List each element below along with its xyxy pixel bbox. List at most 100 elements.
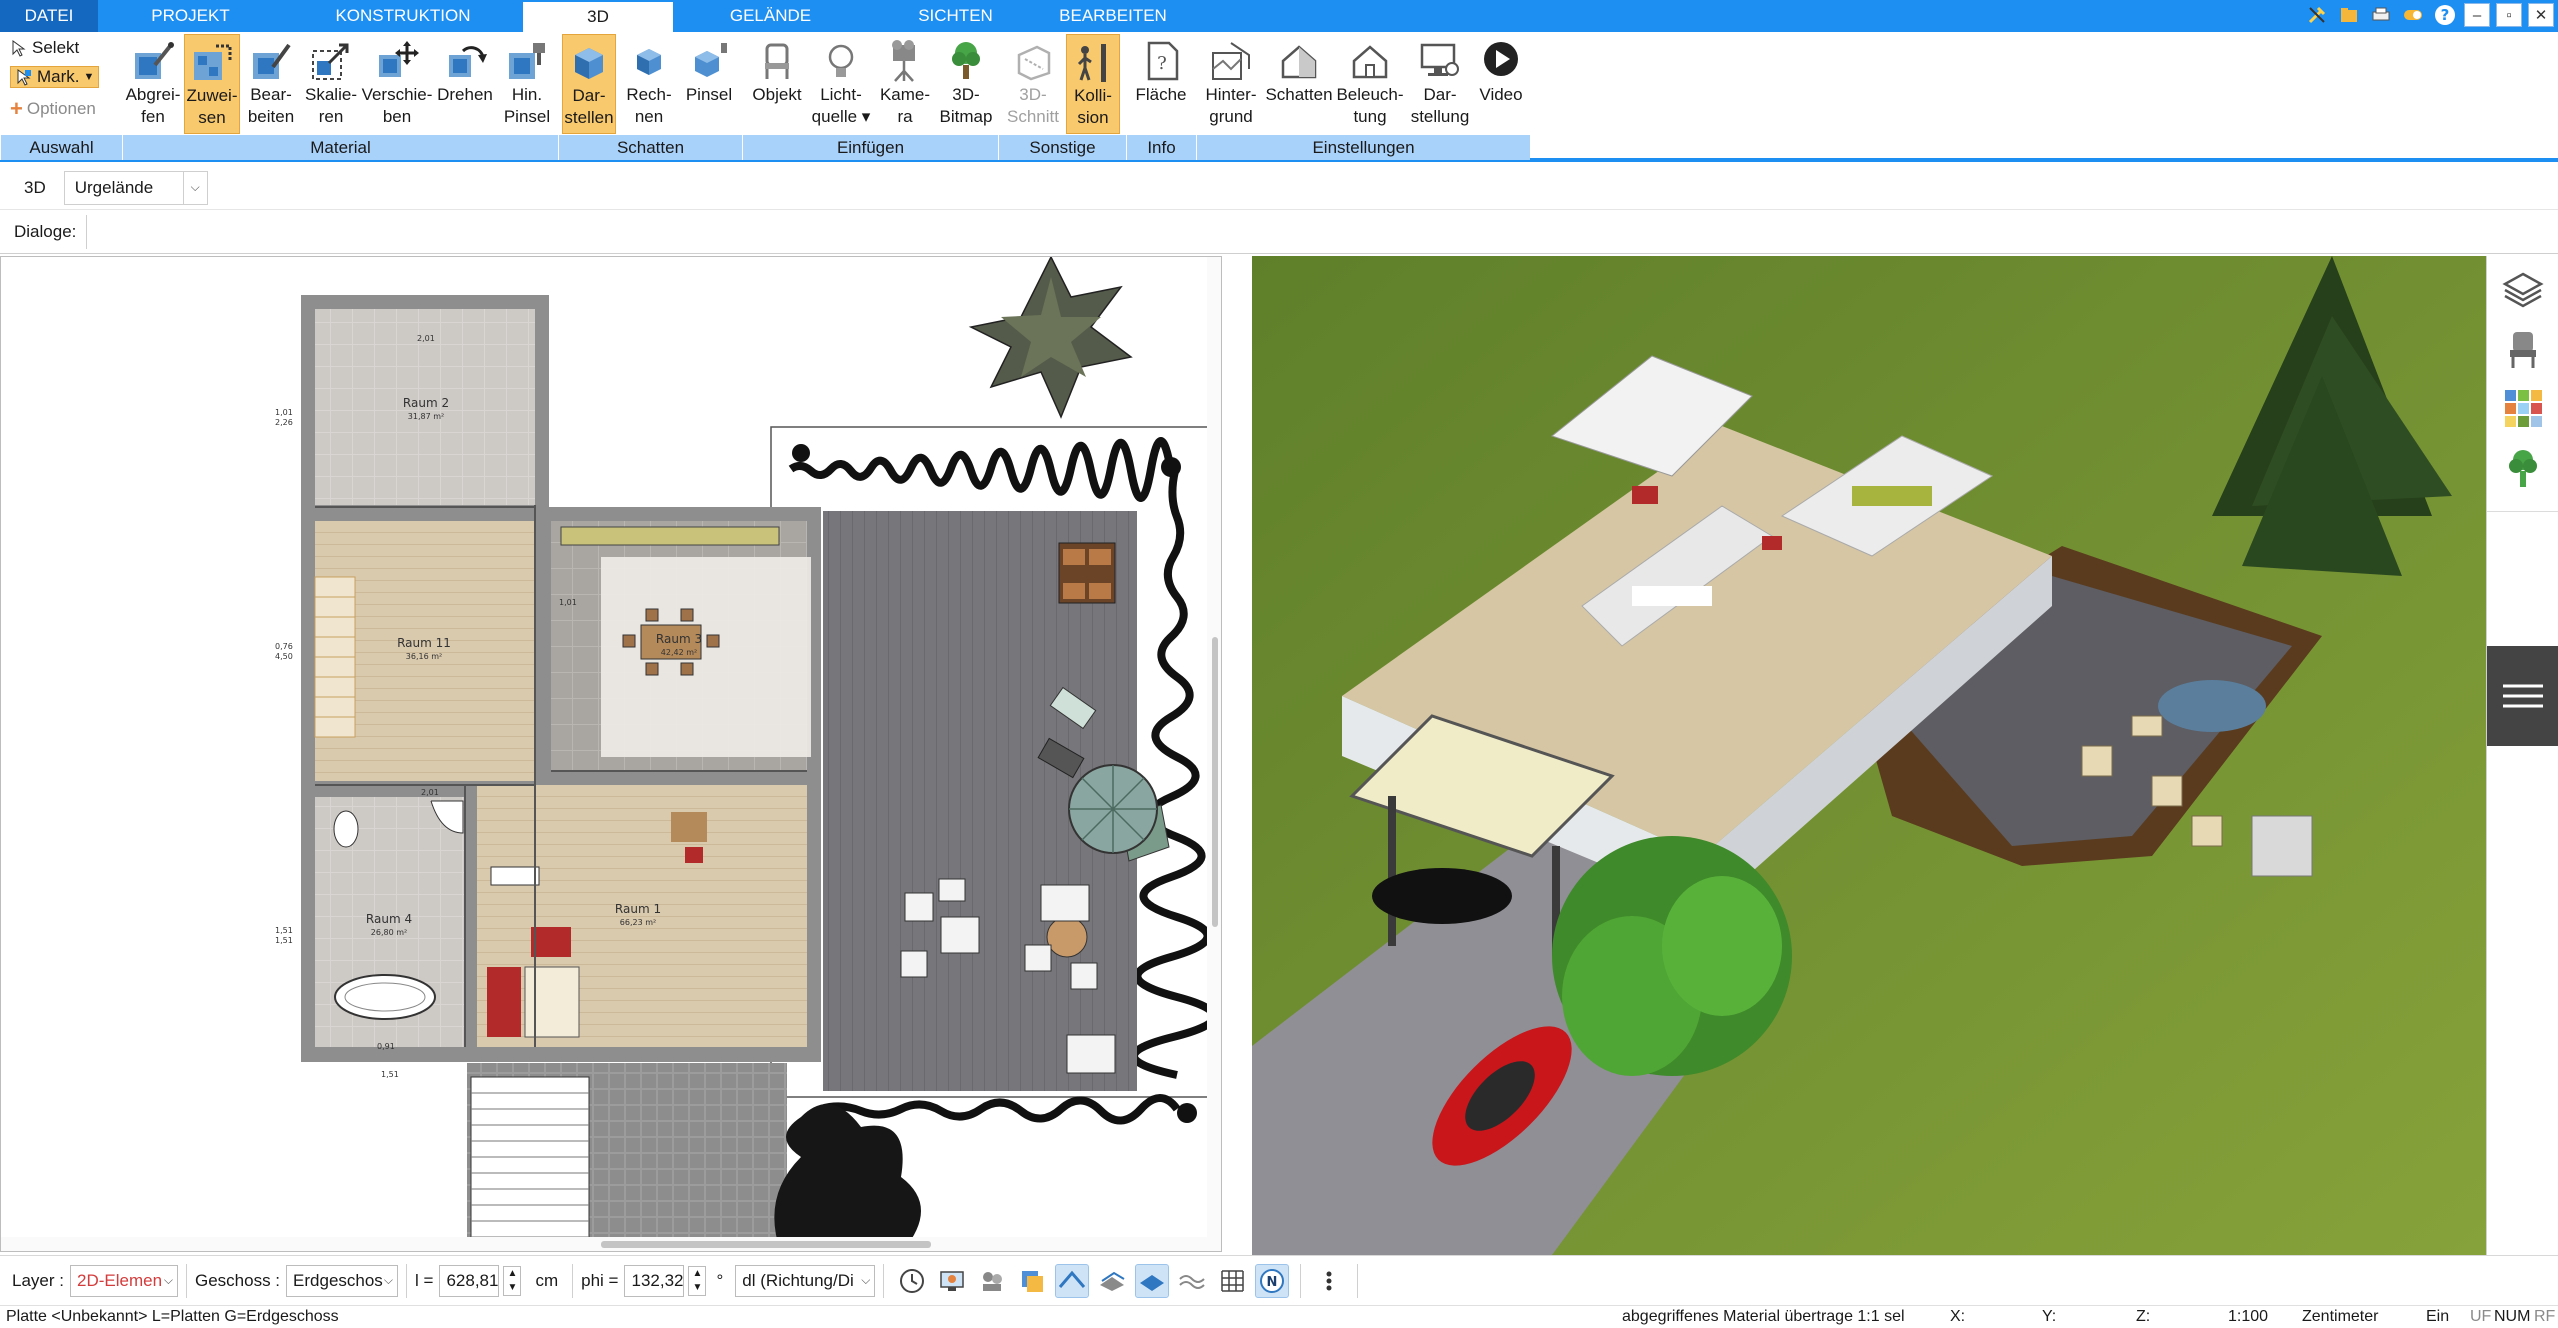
button-label: Kolli- [1074, 86, 1112, 105]
abgreifen-button[interactable]: Abgrei-fen [124, 34, 182, 134]
button-label: 3D- [952, 85, 980, 104]
schatten-pinsel-button[interactable]: Pinsel [680, 34, 738, 134]
kamera-button[interactable]: Kame-ra [876, 34, 934, 134]
selekt-label: Selekt [32, 38, 80, 57]
button-label: sion [1077, 108, 1109, 127]
button-label: Hin. [511, 85, 543, 104]
button-label: Schnitt [1007, 107, 1059, 126]
group-einstellungen: Hinter-grund Schatten Beleuch-tung Dar-s… [1196, 32, 1530, 160]
restore-icon[interactable]: ▫ [2496, 3, 2522, 27]
plant-icon[interactable] [2501, 446, 2545, 490]
verschieben-button[interactable]: Verschie-ben [362, 34, 432, 134]
tab-bearbeiten[interactable]: BEARBEITEN [1043, 0, 1183, 32]
view-mode-label: 3D [24, 177, 46, 197]
button-label: Skalie- [305, 85, 357, 104]
tools-icon[interactable] [2304, 3, 2330, 27]
status-object-info: Platte <Unbekannt> L=Platten G=Erdgescho… [6, 1308, 339, 1325]
selekt-button[interactable]: Selekt [10, 38, 79, 58]
dim-label: 0,91 [377, 1042, 395, 1051]
hatch-icon[interactable] [1095, 1264, 1129, 1298]
skalieren-button[interactable]: Skalie-ren [302, 34, 360, 134]
dim-label: 1,51 [275, 936, 293, 945]
phi-stepper[interactable]: ▲ ▼ [688, 1265, 707, 1296]
button-label: Drehen [437, 85, 493, 104]
grid-icon[interactable] [1215, 1264, 1249, 1298]
tab-datei[interactable]: DATEI [0, 0, 98, 32]
bulb-icon [817, 38, 865, 84]
more-icon[interactable] [1312, 1264, 1346, 1298]
3d-view[interactable] [1252, 256, 2486, 1255]
schatten-einstellungen-button[interactable]: Schatten [1264, 34, 1334, 134]
bearbeiten-button[interactable]: Bear-beiten [242, 34, 300, 134]
chair-catalog-icon[interactable] [2501, 326, 2545, 370]
hin-pinsel-button[interactable]: Hin. Pinsel [498, 34, 556, 134]
material-palette-icon[interactable] [2501, 386, 2545, 430]
toggle-icon[interactable] [2400, 3, 2426, 27]
shadow-brush-icon [685, 38, 733, 84]
help-icon[interactable]: ? [2432, 3, 2458, 27]
button-label: ren [318, 107, 344, 126]
beleuchtung-button[interactable]: Beleuch-tung [1336, 34, 1404, 134]
minimize-icon[interactable]: – [2464, 3, 2490, 27]
status-x: X: [1950, 1308, 1966, 1325]
kollision-button[interactable]: Kolli-sion [1066, 34, 1120, 134]
scale-icon [307, 38, 355, 84]
direction-combo[interactable]: dl (Richtung/Di ⌵ [735, 1264, 876, 1297]
length-input[interactable]: 628,81 [439, 1264, 500, 1297]
roof-icon[interactable] [1055, 1263, 1090, 1298]
phi-input[interactable]: 132,32 [624, 1264, 685, 1297]
mark-button[interactable]: Mark. ▼ [10, 66, 100, 88]
hintergrund-button[interactable]: Hinter-grund [1200, 34, 1262, 134]
monitor-icon[interactable] [935, 1264, 969, 1298]
button-label: Fläche [1135, 85, 1187, 104]
lichtquelle-button[interactable]: Licht-quelle ▾ [810, 34, 872, 134]
drehen-button[interactable]: Drehen [434, 34, 496, 134]
clock-icon[interactable] [895, 1264, 929, 1298]
layer-stack-icon[interactable] [1015, 1264, 1049, 1298]
status-bar: Platte <Unbekannt> L=Platten G=Erdgescho… [0, 1305, 2558, 1328]
video-button[interactable]: Video [1476, 34, 1526, 134]
display-settings-icon [1416, 38, 1464, 84]
layer-combo[interactable]: 2D-Elemen ⌵ [69, 1264, 178, 1297]
folder-icon[interactable] [2336, 3, 2362, 27]
geschoss-combo[interactable]: Erdgeschos ⌵ [286, 1264, 399, 1297]
tab-projekt[interactable]: PROJEKT [98, 0, 283, 32]
status-num: NUM [2494, 1308, 2531, 1325]
north-icon[interactable]: N [1255, 1263, 1290, 1298]
divider [86, 214, 88, 249]
layers-icon[interactable] [2501, 266, 2545, 310]
tab-sichten[interactable]: SICHTEN [868, 0, 1043, 32]
terrain-icon[interactable] [1175, 1264, 1209, 1298]
floor-plan-view[interactable]: 1,01 2,26 0,76 4,50 1,51 1,51 0,91 2,01 … [0, 256, 1222, 1252]
button-label: quelle ▾ [811, 107, 871, 126]
chevron-down-icon: ⌵ [182, 171, 207, 204]
3d-schnitt-button[interactable]: 3D- Schnitt [1004, 34, 1062, 134]
tree-symbol [968, 257, 1133, 419]
flaeche-button[interactable]: ? Fläche [1132, 34, 1190, 134]
print-icon[interactable] [2368, 3, 2394, 27]
dim-label: 2,01 [421, 788, 439, 797]
button-label: Licht- [820, 85, 862, 104]
group-icon[interactable] [975, 1264, 1009, 1298]
optionen-button[interactable]: + Optionen [10, 96, 96, 122]
tab-3d[interactable]: 3D [523, 0, 673, 32]
darstellung-button[interactable]: Dar-stellung [1406, 34, 1474, 134]
close-icon[interactable]: ✕ [2528, 3, 2554, 27]
group-label: Schatten [558, 135, 742, 160]
tree-icon [942, 38, 990, 84]
view-splitter[interactable] [1222, 256, 1252, 1255]
length-stepper[interactable]: ▲ ▼ [503, 1265, 522, 1296]
3d-bitmap-button[interactable]: 3D- Bitmap [936, 34, 996, 134]
tab-konstruktion[interactable]: KONSTRUKTION [283, 0, 523, 32]
panel-toggle[interactable] [2487, 646, 2558, 746]
terrain-combo[interactable]: Urgelände ⌵ [63, 170, 208, 205]
app-window: { "tabs": [ {"label": "DATEI", "active":… [0, 0, 2558, 1328]
zuweisen-button[interactable]: Zuwei-sen [184, 34, 240, 134]
schatten-darstellen-button[interactable]: Dar-stellen [562, 34, 616, 134]
length-label: l = [415, 1270, 434, 1290]
objekt-button[interactable]: Objekt [748, 34, 806, 134]
schatten-rechnen-button[interactable]: Rech-nen [622, 34, 676, 134]
chevron-down-icon: ⌵ [861, 1273, 871, 1287]
plane-icon[interactable] [1135, 1263, 1170, 1298]
tab-gelaende[interactable]: GELÄNDE [673, 0, 868, 32]
